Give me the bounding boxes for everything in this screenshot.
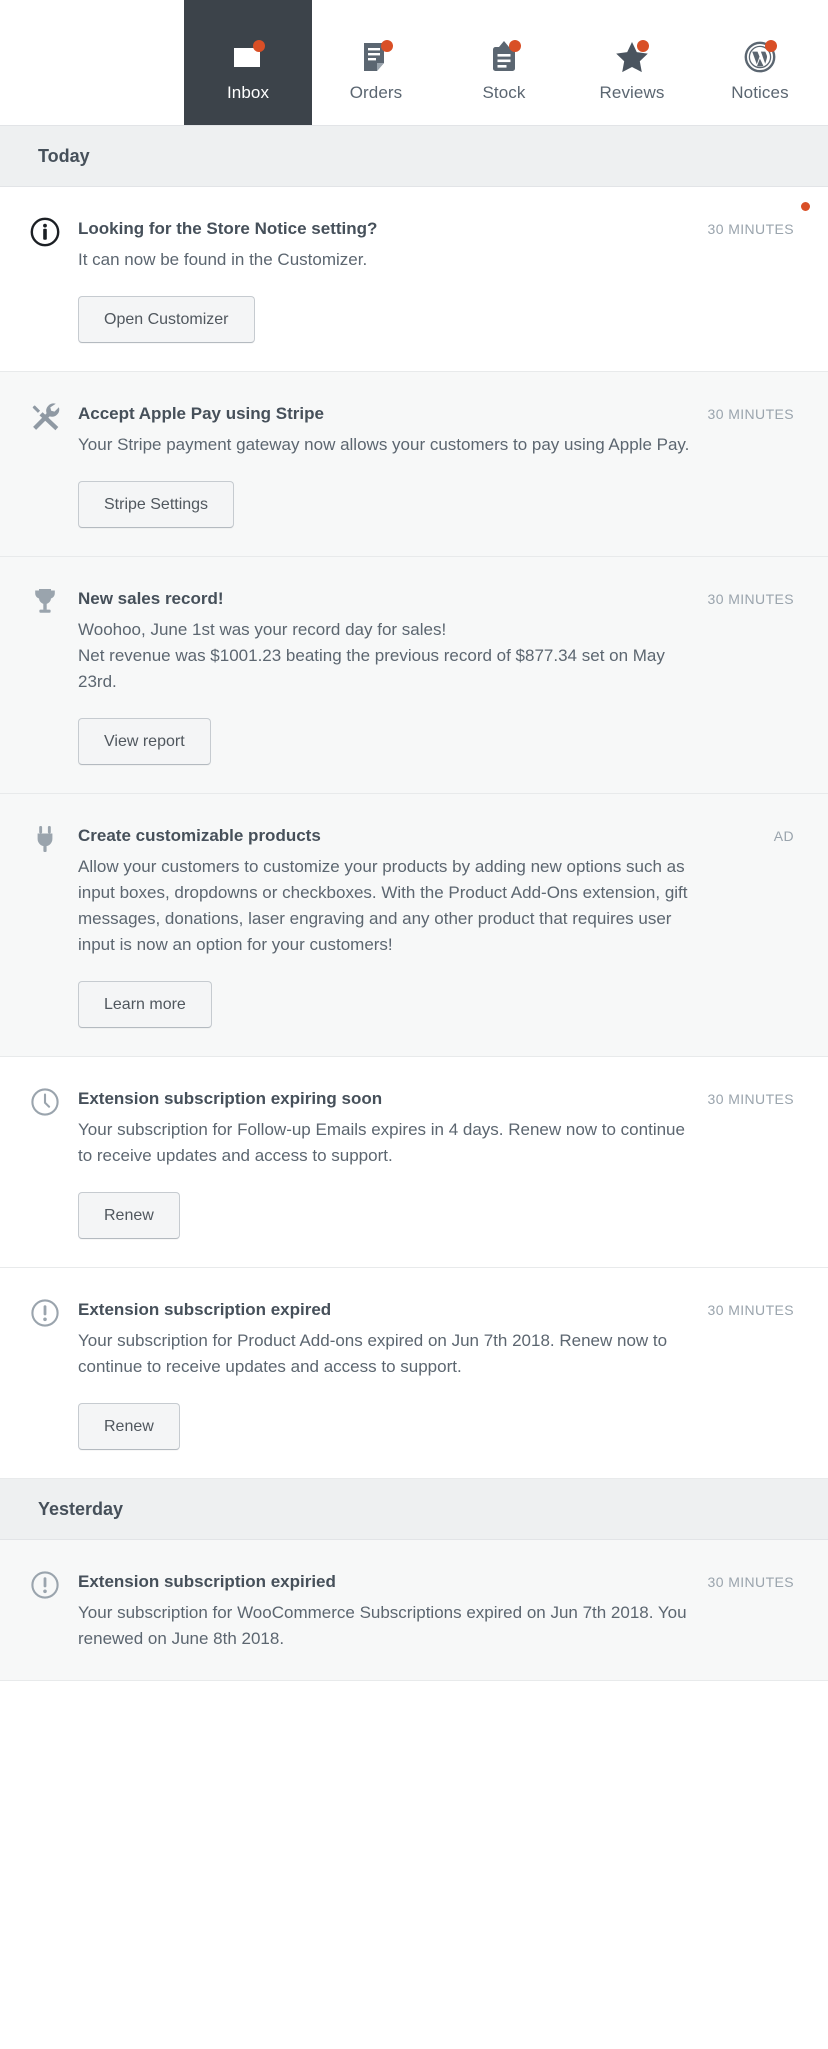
notices-badge-dot <box>765 39 777 52</box>
note-title-row: Create customizable products AD <box>78 823 794 849</box>
inbox-note[interactable]: Looking for the Store Notice setting? 30 … <box>0 187 828 372</box>
note-action-button[interactable]: Open Customizer <box>78 296 255 343</box>
inbox-badge-dot <box>253 39 265 52</box>
plug-icon <box>30 823 78 1028</box>
orders-badge-dot <box>381 39 393 52</box>
alert-circle-icon <box>30 1297 78 1450</box>
note-title: Extension subscription expired <box>78 1300 332 1319</box>
note-timestamp: AD <box>773 828 794 844</box>
section-header: Yesterday <box>0 1479 828 1540</box>
orders-icon <box>356 37 396 77</box>
note-text: Your Stripe payment gateway now allows y… <box>78 435 690 454</box>
note-timestamp: 30 MINUTES <box>707 1091 794 1107</box>
note-body: Extension subscription expiring soon 30 M… <box>78 1086 798 1239</box>
inbox-note[interactable]: Accept Apple Pay using Stripe 30 MINUTES Y… <box>0 372 828 557</box>
tab-orders[interactable]: Orders <box>312 0 440 125</box>
inbox-note[interactable]: Extension subscription expiried 30 MINUTE… <box>0 1540 828 1681</box>
tab-stock[interactable]: Stock <box>440 0 568 125</box>
inbox-note[interactable]: Extension subscription expiring soon 30 M… <box>0 1057 828 1268</box>
note-text: Allow your customers to customize your p… <box>78 857 688 954</box>
wordpress-icon <box>740 37 780 77</box>
note-title: Looking for the Store Notice setting? <box>78 219 378 238</box>
note-action-button[interactable]: Stripe Settings <box>78 481 235 528</box>
inbox-notes-list: Today Looking for the Store Notice setti… <box>0 126 828 1681</box>
note-title: New sales record! <box>78 589 224 608</box>
note-title-row: Looking for the Store Notice setting? 30 … <box>78 216 794 242</box>
tab-inbox-label: Inbox <box>226 82 270 102</box>
tab-notices[interactable]: Notices <box>696 0 824 125</box>
note-timestamp: 30 MINUTES <box>707 1302 794 1318</box>
inbox-icon <box>228 37 268 77</box>
note-action-button[interactable]: Renew <box>78 1403 180 1450</box>
note-body: Extension subscription expired 30 MINUTES… <box>78 1297 798 1450</box>
note-title: Accept Apple Pay using Stripe <box>78 404 324 423</box>
tab-stock-label: Stock <box>482 82 526 102</box>
note-title: Create customizable products <box>78 826 321 845</box>
note-text: Your subscription for Follow-up Emails e… <box>78 1120 685 1165</box>
inbox-note[interactable]: Extension subscription expired 30 MINUTES… <box>0 1268 828 1479</box>
info-circle-icon <box>30 216 78 343</box>
trophy-icon <box>30 586 78 765</box>
note-text: Woohoo, June 1st was your record day for… <box>78 620 665 691</box>
note-title-row: New sales record! 30 MINUTES <box>78 586 794 612</box>
stock-icon <box>484 37 524 77</box>
clock-icon <box>30 1086 78 1239</box>
inbox-tab-bar: Inbox Orders Stock Reviews Notices <box>0 0 828 126</box>
note-title: Extension subscription expiried <box>78 1572 336 1591</box>
unread-dot <box>801 202 810 211</box>
note-timestamp: 30 MINUTES <box>707 1574 794 1590</box>
tab-inbox[interactable]: Inbox <box>184 0 312 125</box>
note-timestamp: 30 MINUTES <box>707 591 794 607</box>
note-body: New sales record! 30 MINUTES Woohoo, June … <box>78 586 798 765</box>
note-body: Looking for the Store Notice setting? 30 … <box>78 216 798 343</box>
tools-icon <box>30 401 78 528</box>
tab-notices-label: Notices <box>731 82 789 102</box>
note-action-button[interactable]: Renew <box>78 1192 180 1239</box>
note-body: Accept Apple Pay using Stripe 30 MINUTES Y… <box>78 401 798 528</box>
reviews-badge-dot <box>637 39 649 52</box>
alert-circle-icon <box>30 1569 78 1652</box>
note-title-row: Extension subscription expiried 30 MINUTE… <box>78 1569 794 1595</box>
stock-badge-dot <box>509 39 521 52</box>
note-title-row: Accept Apple Pay using Stripe 30 MINUTES <box>78 401 794 427</box>
note-text: It can now be found in the Customizer. <box>78 250 368 269</box>
note-body: Extension subscription expiried 30 MINUTE… <box>78 1569 798 1652</box>
tab-reviews[interactable]: Reviews <box>568 0 696 125</box>
tabbar-left-spacer <box>0 0 184 125</box>
section-header: Today <box>0 126 828 187</box>
note-body: Create customizable products AD Allow your… <box>78 823 798 1028</box>
note-text: Your subscription for Product Add-ons ex… <box>78 1331 668 1376</box>
note-action-button[interactable]: Learn more <box>78 981 212 1028</box>
tab-orders-label: Orders <box>349 82 403 102</box>
tab-reviews-label: Reviews <box>599 82 665 102</box>
reviews-star-icon <box>612 37 652 77</box>
inbox-note[interactable]: Create customizable products AD Allow your… <box>0 794 828 1057</box>
note-timestamp: 30 MINUTES <box>707 406 794 422</box>
note-title-row: Extension subscription expiring soon 30 M… <box>78 1086 794 1112</box>
note-title-row: Extension subscription expired 30 MINUTES <box>78 1297 794 1323</box>
note-title: Extension subscription expiring soon <box>78 1089 383 1108</box>
inbox-note[interactable]: New sales record! 30 MINUTES Woohoo, June … <box>0 557 828 794</box>
note-action-button[interactable]: View report <box>78 718 211 765</box>
note-timestamp: 30 MINUTES <box>707 221 794 237</box>
note-text: Your subscription for WooCommerce Subscr… <box>78 1603 687 1648</box>
